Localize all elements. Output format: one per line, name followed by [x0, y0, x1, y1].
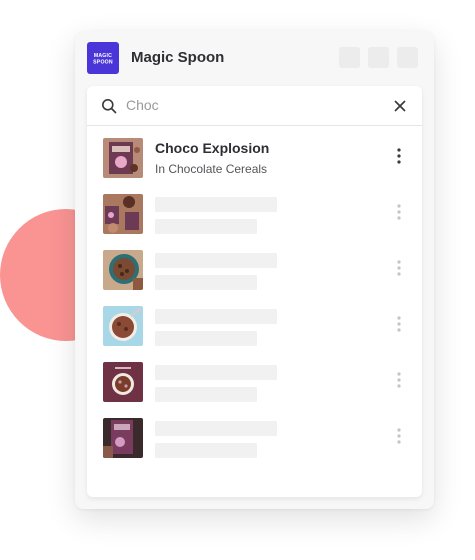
product-thumbnail: [103, 250, 143, 290]
product-thumbnail: [103, 306, 143, 346]
result-item[interactable]: [87, 351, 422, 407]
more-vertical-icon[interactable]: [391, 147, 407, 165]
skeleton-subtitle: [155, 275, 257, 290]
product-thumbnail: [103, 418, 143, 458]
more-vertical-icon[interactable]: [391, 427, 407, 445]
result-item[interactable]: Choco Explosion In Chocolate Cereals: [87, 127, 422, 183]
result-item[interactable]: [87, 183, 422, 239]
skeleton-title: [155, 253, 277, 268]
more-vertical-icon[interactable]: [391, 259, 407, 277]
more-vertical-icon[interactable]: [391, 371, 407, 389]
result-subtitle: In Chocolate Cereals: [155, 162, 268, 176]
close-icon[interactable]: [393, 99, 407, 113]
result-title: Choco Explosion: [155, 140, 270, 156]
magic-spoon-logo-mark: MAGIC SPOON: [93, 53, 113, 66]
result-item[interactable]: [87, 239, 422, 295]
skeleton-title: [155, 309, 277, 324]
search-icon: [102, 99, 117, 114]
svg-text:SPOON: SPOON: [93, 60, 113, 66]
search-panel: Choco Explosion In Chocolate Cereals: [87, 86, 422, 497]
app-logo: MAGIC SPOON: [87, 42, 119, 74]
skeleton-subtitle: [155, 219, 257, 234]
header-action-button-1[interactable]: [339, 47, 360, 68]
header-action-button-3[interactable]: [397, 47, 418, 68]
skeleton-title: [155, 365, 277, 380]
skeleton-title: [155, 197, 277, 212]
skeleton-subtitle: [155, 331, 257, 346]
skeleton-subtitle: [155, 387, 257, 402]
app-title: Magic Spoon: [131, 49, 225, 66]
svg-text:MAGIC: MAGIC: [94, 53, 112, 59]
more-vertical-icon[interactable]: [391, 315, 407, 333]
search-input[interactable]: [126, 94, 386, 116]
search-bar: [87, 86, 422, 126]
app-header: MAGIC SPOON Magic Spoon: [75, 31, 434, 85]
result-item[interactable]: [87, 295, 422, 351]
skeleton-subtitle: [155, 443, 257, 458]
product-thumbnail: [103, 362, 143, 402]
result-item[interactable]: [87, 407, 422, 463]
product-thumbnail: [103, 194, 143, 234]
more-vertical-icon[interactable]: [391, 203, 407, 221]
product-thumbnail: [103, 138, 143, 178]
skeleton-title: [155, 421, 277, 436]
header-action-button-2[interactable]: [368, 47, 389, 68]
app-window: MAGIC SPOON Magic Spoon Choc Choco Explo…: [75, 31, 434, 509]
